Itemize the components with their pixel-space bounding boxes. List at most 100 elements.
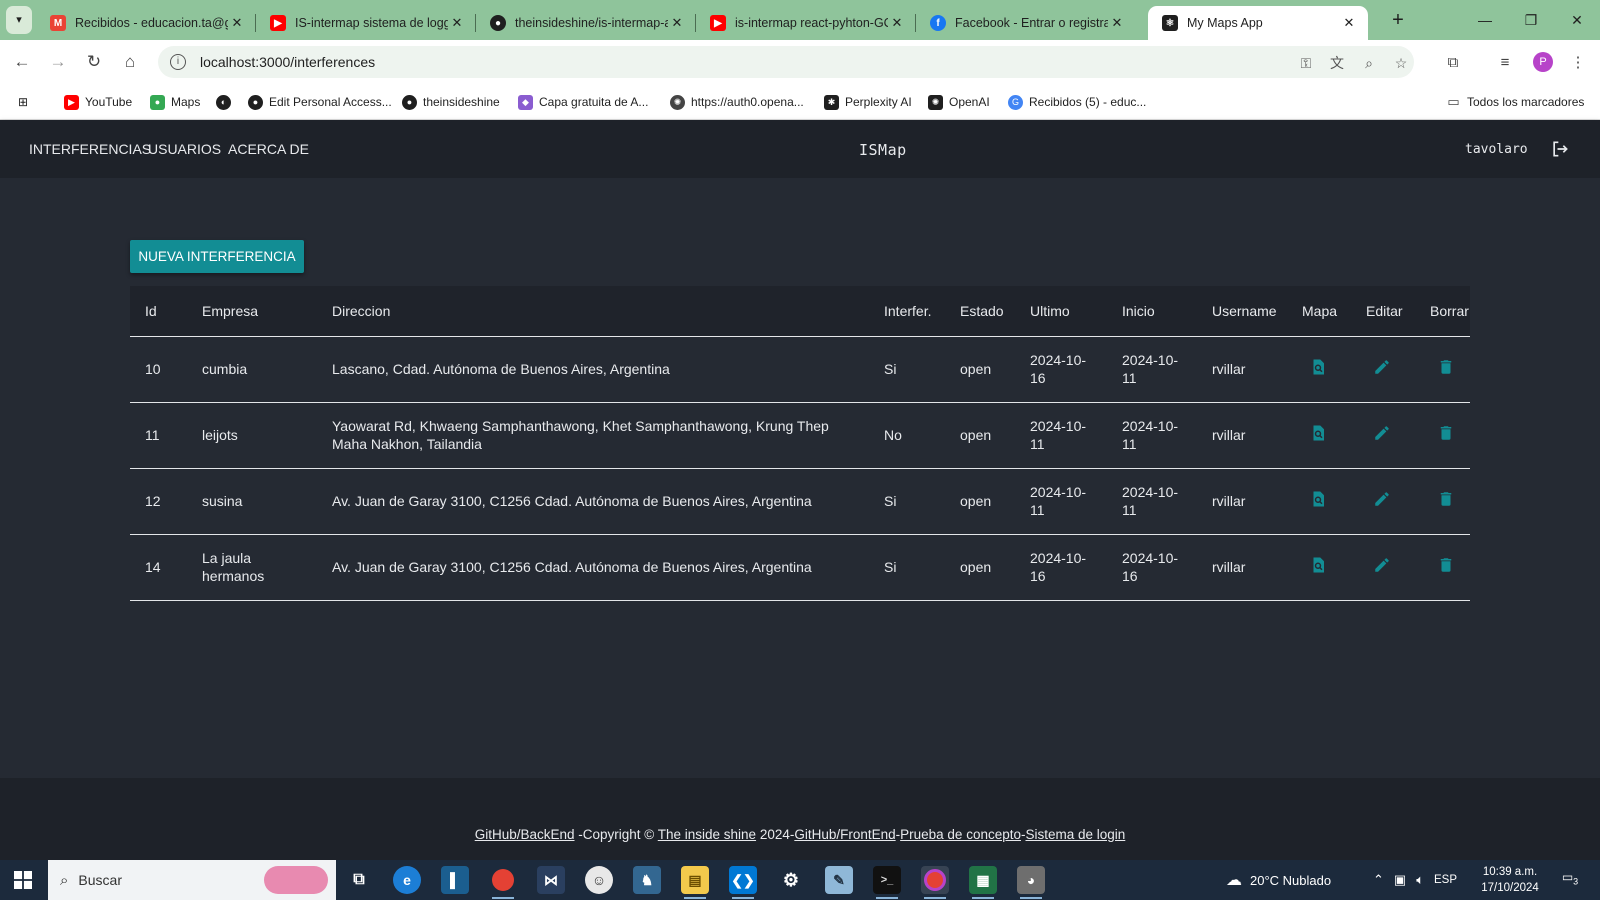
login-system-link[interactable]: Sistema de login xyxy=(1025,827,1125,842)
chevron-up-icon[interactable]: ⌃ xyxy=(1373,872,1384,888)
notepad-icon[interactable]: ✎ xyxy=(825,866,853,894)
spreadsheet-icon[interactable]: ▦ xyxy=(969,866,997,899)
address-bar[interactable]: i localhost:3000/interferences xyxy=(158,46,1414,78)
restore-button[interactable]: ❐ xyxy=(1508,0,1554,40)
profile-avatar[interactable]: P xyxy=(1533,52,1553,72)
logout-icon[interactable] xyxy=(1550,139,1570,159)
new-tab-button[interactable]: + xyxy=(1384,6,1412,34)
vscode-icon[interactable]: ❮❯ xyxy=(729,866,757,899)
map-search-icon[interactable] xyxy=(1309,556,1327,574)
search-placeholder: Buscar xyxy=(78,872,122,888)
site-info-icon[interactable]: i xyxy=(170,54,186,70)
weather-widget[interactable]: ☁ 20°C Nublado xyxy=(1226,860,1331,900)
apps-grid-icon[interactable]: ⊞ xyxy=(18,92,28,112)
map-search-icon[interactable] xyxy=(1309,424,1327,442)
password-key-icon[interactable]: ⚿ xyxy=(1296,53,1316,73)
pycharm-icon[interactable]: ⋈ xyxy=(537,866,565,894)
tab-search-button[interactable]: ▾ xyxy=(6,6,32,34)
cell-interfer: Si xyxy=(884,493,897,509)
tab-youtube-1[interactable]: ▶ IS-intermap sistema de logg ✕ xyxy=(256,6,476,40)
cell-direccion: Lascano, Cdad. Autónoma de Buenos Aires,… xyxy=(332,361,670,377)
trash-icon[interactable] xyxy=(1437,490,1455,508)
language-indicator[interactable]: ESP xyxy=(1434,874,1457,886)
all-bookmarks-folder[interactable]: ▭ Todos los marcadores xyxy=(1446,92,1584,112)
forward-button[interactable]: → xyxy=(44,48,72,76)
edit-pencil-icon[interactable] xyxy=(1373,490,1391,508)
proof-of-concept-link[interactable]: Prueba de concepto xyxy=(900,827,1021,842)
trash-icon[interactable] xyxy=(1437,556,1455,574)
tab-gmail[interactable]: M Recibidos - educacion.ta@gm ✕ xyxy=(36,6,256,40)
settings-gear-icon[interactable]: ⚙ xyxy=(777,866,805,894)
notification-icon[interactable]: ▭3 xyxy=(1560,870,1580,890)
menu-kebab-icon[interactable]: ⋮ xyxy=(1567,52,1589,74)
zoom-icon[interactable]: ⌕ xyxy=(1359,53,1379,73)
tab-title: Facebook - Entrar o registrar xyxy=(955,16,1108,30)
trash-icon[interactable] xyxy=(1437,358,1455,376)
back-button[interactable]: ← xyxy=(8,48,36,76)
map-search-icon[interactable] xyxy=(1309,358,1327,376)
bookmark-openai[interactable]: ✺ OpenAI xyxy=(928,92,990,112)
nav-usuarios[interactable]: USUARIOS xyxy=(148,141,221,157)
close-icon[interactable]: ✕ xyxy=(228,15,246,31)
terminal-icon[interactable]: >_ xyxy=(873,866,901,899)
search-icon: ⌕ xyxy=(60,871,69,889)
close-icon[interactable]: ✕ xyxy=(668,15,686,31)
bookmark-recibidos[interactable]: G Recibidos (5) - educ... xyxy=(1008,92,1146,112)
translate-icon[interactable]: 文 xyxy=(1327,53,1347,73)
trash-icon[interactable] xyxy=(1437,424,1455,442)
tab-github[interactable]: ● theinsideshine/is-intermap-a ✕ xyxy=(476,6,696,40)
chrome-profile-icon[interactable] xyxy=(921,866,949,899)
frontend-link[interactable]: GitHub/FrontEnd xyxy=(794,827,895,842)
backend-link[interactable]: GitHub/BackEnd xyxy=(475,827,575,842)
gimp-mascot-icon[interactable]: ☺ xyxy=(585,866,613,894)
bookmark-perplexity[interactable]: ✱ Perplexity AI xyxy=(824,92,912,112)
bookmark-label: OpenAI xyxy=(949,95,990,109)
gimp-icon[interactable]: ◕ xyxy=(1017,866,1045,899)
tab-youtube-2[interactable]: ▶ is-intermap react-pyhton-GC ✕ xyxy=(696,6,916,40)
edit-pencil-icon[interactable] xyxy=(1373,556,1391,574)
new-interference-button[interactable]: NUEVA INTERFERENCIA xyxy=(130,240,304,273)
extensions-icon[interactable]: ⧉ xyxy=(1442,52,1464,74)
taskbar-search-box[interactable]: ⌕ Buscar xyxy=(48,860,336,900)
volume-icon[interactable]: 🔈︎ xyxy=(1416,872,1424,888)
cloud-icon: ☁ xyxy=(1226,872,1242,889)
column-header-inicio: Inicio xyxy=(1122,302,1155,319)
chrome-icon[interactable] xyxy=(489,866,517,899)
close-icon[interactable]: ✕ xyxy=(1108,15,1126,31)
close-icon[interactable]: ✕ xyxy=(1340,15,1358,31)
bookmark-capa-gratuita[interactable]: ◆ Capa gratuita de A... xyxy=(518,92,648,112)
taskbar-clock[interactable]: 10:39 a.m. 17/10/2024 xyxy=(1470,864,1550,896)
google-icon: G xyxy=(1008,94,1023,110)
map-search-icon[interactable] xyxy=(1309,490,1327,508)
nav-acerca-de[interactable]: ACERCA DE xyxy=(228,141,309,157)
shield-icon: ◐ xyxy=(216,94,231,110)
tab-my-maps-app[interactable]: ⚛ My Maps App ✕ xyxy=(1148,6,1368,40)
nav-interferencias[interactable]: INTERFERENCIAS xyxy=(29,141,151,157)
bookmark-auth0[interactable]: ✺ https://auth0.opena... xyxy=(670,92,804,112)
close-icon[interactable]: ✕ xyxy=(448,15,466,31)
bookmark-github-token[interactable]: ● Edit Personal Access... xyxy=(248,92,392,112)
close-icon[interactable]: ✕ xyxy=(888,15,906,31)
minimize-button[interactable]: — xyxy=(1462,0,1508,40)
app-panel-icon[interactable]: ▌ xyxy=(441,866,469,894)
edge-icon[interactable]: e xyxy=(393,866,421,894)
reload-button[interactable]: ↻ xyxy=(80,48,108,76)
bookmark-shield[interactable]: ◐ xyxy=(216,92,237,112)
window-close-button[interactable]: ✕ xyxy=(1554,0,1600,40)
bookmark-star-icon[interactable]: ☆ xyxy=(1391,53,1411,73)
bookmark-youtube[interactable]: ▶ YouTube xyxy=(64,92,132,112)
tab-facebook[interactable]: f Facebook - Entrar o registrar ✕ xyxy=(916,6,1136,40)
edit-pencil-icon[interactable] xyxy=(1373,358,1391,376)
bookmark-label: Todos los marcadores xyxy=(1467,95,1585,109)
network-icon[interactable]: ▣ xyxy=(1394,872,1406,888)
edit-pencil-icon[interactable] xyxy=(1373,424,1391,442)
author-link[interactable]: The inside shine xyxy=(658,827,756,842)
windows-start-icon[interactable] xyxy=(14,871,32,889)
task-view-icon[interactable]: ⧉ xyxy=(345,866,373,894)
bookmark-theinsideshine[interactable]: ● theinsideshine xyxy=(402,92,500,112)
home-button[interactable]: ⌂ xyxy=(116,48,144,76)
file-explorer-icon[interactable]: ▤ xyxy=(681,866,709,899)
bookmark-maps[interactable]: ● Maps xyxy=(150,92,200,112)
media-control-icon[interactable]: ≡ xyxy=(1494,52,1516,74)
postgres-icon[interactable]: ♞ xyxy=(633,866,661,894)
